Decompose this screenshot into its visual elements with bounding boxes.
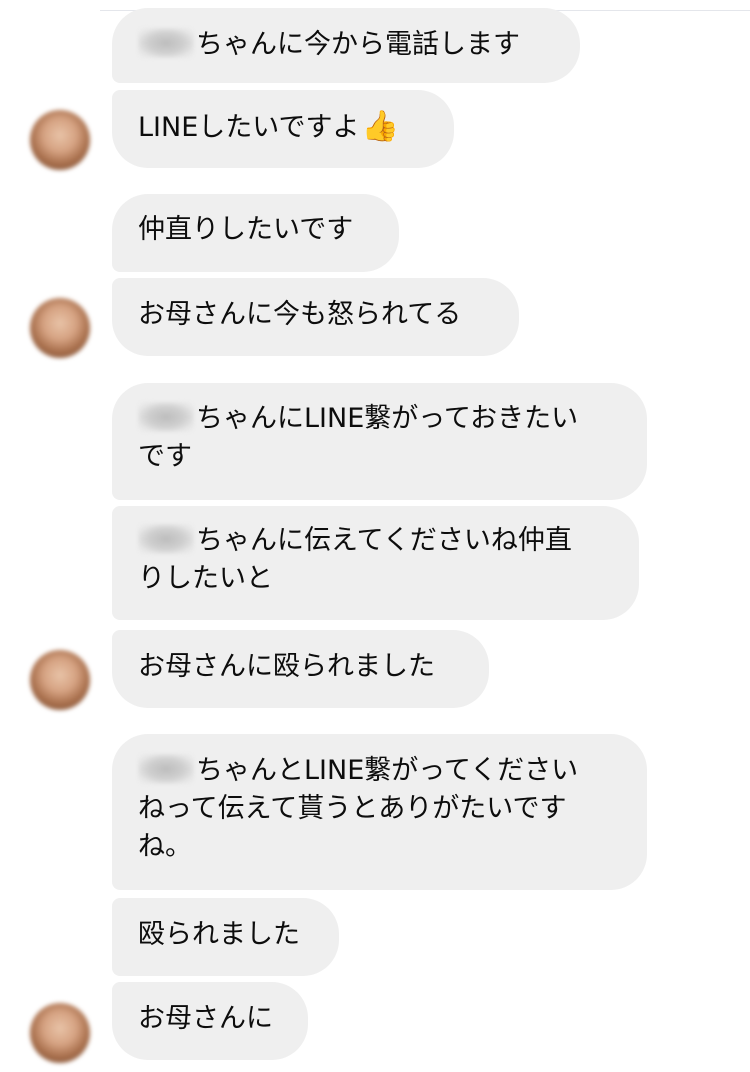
message-text: りしたいと	[138, 563, 273, 594]
message-text: ちゃんにLINE繋がっておきたい	[196, 403, 579, 434]
message-bubble[interactable]: 殴られました	[112, 898, 339, 976]
redacted-name	[138, 402, 194, 432]
message-text: 仲直りしたいです	[138, 214, 354, 245]
message-bubble[interactable]: LINEしたいですよ👍	[112, 90, 454, 168]
message-line: LINEしたいですよ👍	[138, 108, 428, 147]
message-bubble[interactable]: お母さんに殴られました	[112, 630, 489, 708]
message-text: 殴られました	[138, 919, 300, 950]
message-text: ね。	[138, 831, 192, 862]
message-text: ちゃんとLINE繋がってください	[196, 755, 579, 786]
message-text: ちゃんに今から電話します	[196, 29, 520, 60]
thumbs-up-icon: 👍	[361, 109, 399, 144]
message-line: ちゃんにLINE繋がっておきたい	[138, 400, 621, 438]
avatar[interactable]	[30, 1003, 90, 1063]
message-bubble[interactable]: ちゃんに伝えてくださいね仲直 りしたいと	[112, 506, 639, 620]
message-bubble[interactable]: ちゃんにLINE繋がっておきたい です	[112, 383, 647, 500]
message-bubble[interactable]: ちゃんとLINE繋がってください ねって伝えて貰うとありがたいです ね。	[112, 734, 647, 890]
message-text: お母さんに今も怒られてる	[138, 299, 462, 330]
message-line: ちゃんに伝えてくださいね仲直	[138, 522, 613, 560]
message-text: お母さんに	[138, 1003, 273, 1034]
message-text: ちゃんに伝えてくださいね仲直	[196, 525, 572, 556]
message-bubble[interactable]: お母さんに今も怒られてる	[112, 278, 519, 356]
avatar[interactable]	[30, 110, 90, 170]
message-bubble[interactable]: お母さんに	[112, 982, 308, 1060]
redacted-name	[138, 754, 194, 784]
message-text: ねって伝えて貰うとありがたいです	[138, 793, 567, 824]
message-text: です	[138, 441, 192, 472]
message-bubble[interactable]: ちゃんに今から電話します	[112, 8, 580, 83]
message-text: LINEしたいですよ	[138, 112, 360, 143]
redacted-name	[138, 28, 194, 58]
redacted-name	[138, 524, 194, 554]
message-text: お母さんに殴られました	[138, 651, 435, 682]
message-line: ちゃんに今から電話します	[138, 26, 554, 64]
avatar[interactable]	[30, 298, 90, 358]
avatar[interactable]	[30, 650, 90, 710]
message-thread: ちゃんに今から電話します LINEしたいですよ👍 仲直りしたいです お母さんに今…	[0, 0, 750, 1072]
message-line: ちゃんとLINE繋がってください	[138, 752, 621, 790]
message-bubble[interactable]: 仲直りしたいです	[112, 194, 399, 272]
